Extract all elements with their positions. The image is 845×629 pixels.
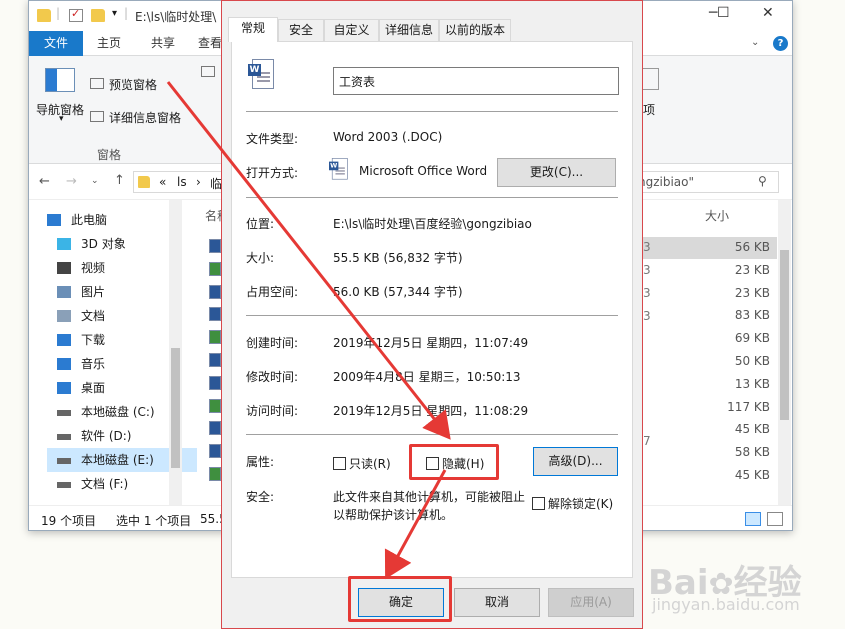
arrow-to-ok bbox=[384, 469, 447, 580]
watermark-url: jingyan.baidu.com bbox=[652, 595, 800, 614]
tab-general[interactable]: 常规 bbox=[228, 17, 278, 42]
annotation-arrows bbox=[166, 81, 451, 580]
arrow-to-hidden bbox=[166, 81, 451, 440]
